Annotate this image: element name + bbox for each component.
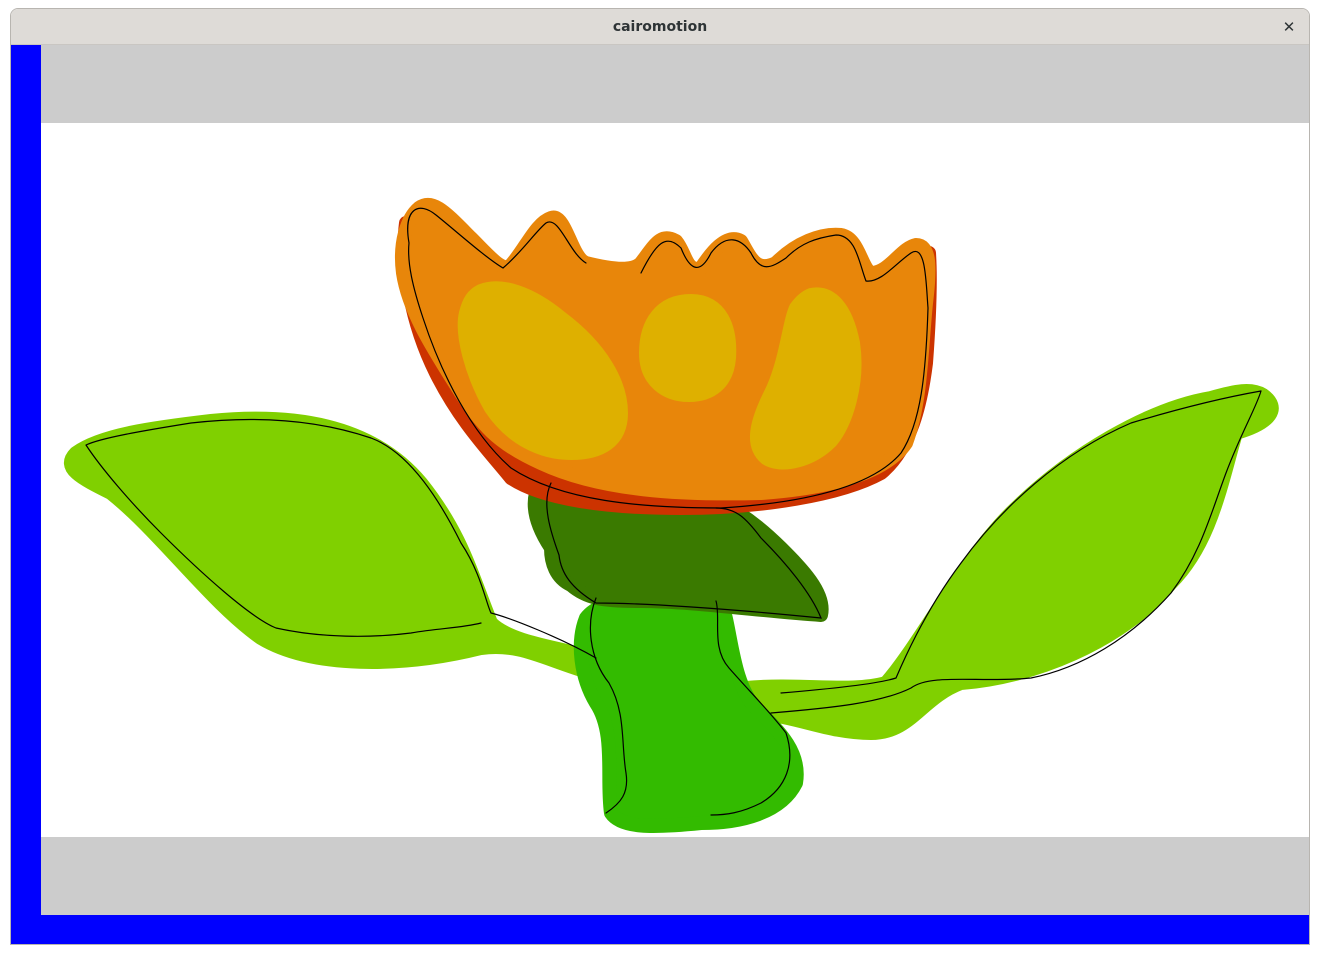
letterbox-bottom [41,837,1309,915]
title-bar[interactable]: cairomotion ✕ [11,9,1309,45]
window-title: cairomotion [612,19,708,35]
petal-spot-middle [639,294,737,402]
drawing-canvas[interactable] [41,123,1309,837]
flower-drawing [64,197,1279,833]
frame-border-left [11,45,41,944]
close-icon[interactable]: ✕ [1277,15,1301,39]
stage-area [11,45,1309,944]
letterbox-top [41,45,1309,123]
frame-border-bottom [11,915,1309,944]
app-window: cairomotion ✕ [10,8,1310,945]
stem [573,590,804,833]
